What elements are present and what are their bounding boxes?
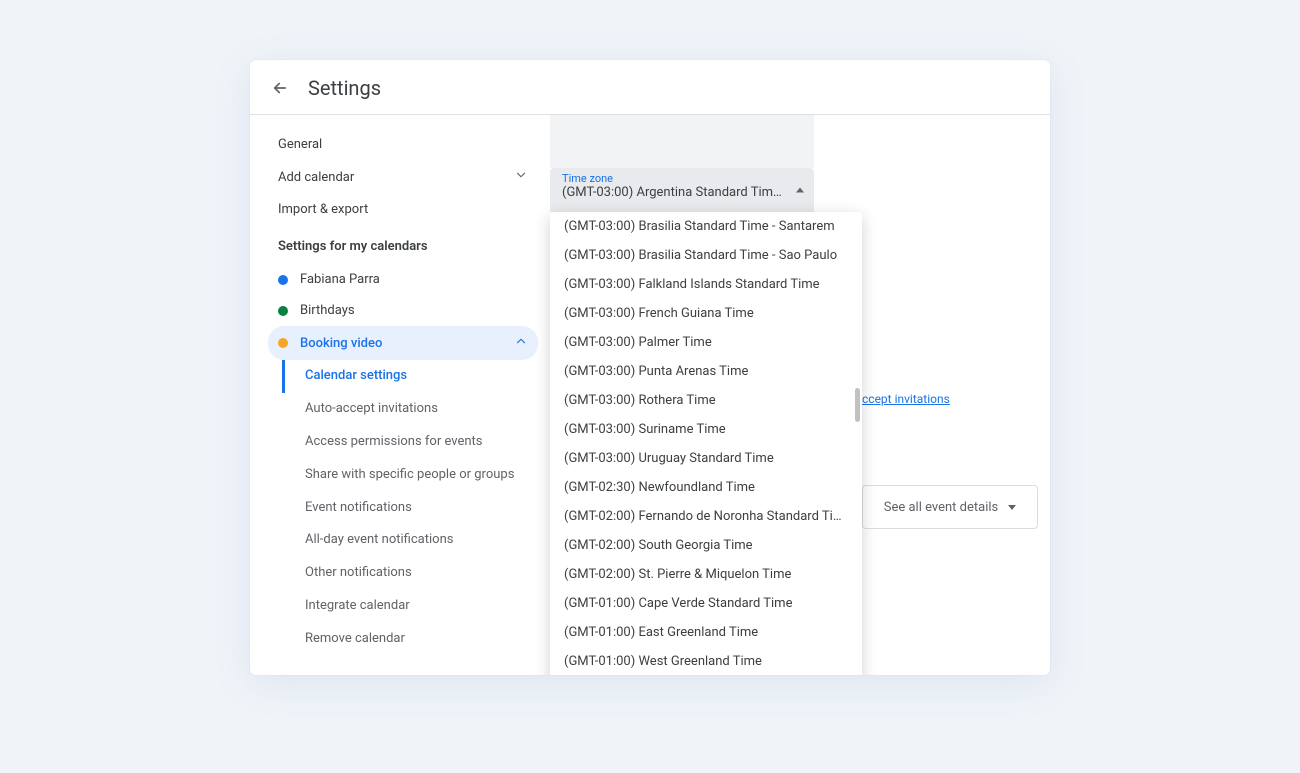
calendar-color-dot — [278, 338, 288, 348]
chevron-down-icon — [514, 168, 528, 186]
timezone-option[interactable]: (GMT-03:00) Suriname Time — [550, 415, 862, 444]
page-title: Settings — [308, 76, 381, 100]
timezone-option[interactable]: (GMT-02:00) St. Pierre & Miquelon Time — [550, 560, 862, 589]
sidebar-item-import-export[interactable]: Import & export — [268, 194, 538, 225]
calendar-color-dot — [278, 275, 288, 285]
subitem-event-notifications[interactable]: Event notifications — [282, 492, 538, 525]
main-panel: Time zone (GMT-03:00) Argentina Standard… — [550, 115, 1050, 675]
timezone-option[interactable]: (GMT-03:00) Uruguay Standard Time — [550, 444, 862, 473]
subitem-remove-calendar[interactable]: Remove calendar — [282, 623, 538, 656]
sidebar-sublist: Calendar settings Auto-accept invitation… — [282, 360, 538, 656]
calendar-label: Birthdays — [300, 303, 355, 318]
timezone-option[interactable]: (GMT-02:00) South Georgia Time — [550, 531, 862, 560]
timezone-select[interactable]: Time zone (GMT-03:00) Argentina Standard… — [550, 168, 814, 212]
sidebar-calendar-fabiana-parra[interactable]: Fabiana Parra — [268, 264, 538, 295]
caret-up-icon — [796, 188, 804, 193]
subitem-access-permissions[interactable]: Access permissions for events — [282, 426, 538, 459]
sidebar-calendar-booking-video[interactable]: Booking video — [268, 326, 538, 360]
timezone-field-value: (GMT-03:00) Argentina Standard Time - Bu… — [562, 185, 782, 200]
caret-down-icon — [1008, 505, 1016, 510]
subitem-allday-notifications[interactable]: All-day event notifications — [282, 524, 538, 557]
subitem-share-people[interactable]: Share with specific people or groups — [282, 459, 538, 492]
sidebar-section-title: Settings for my calendars — [268, 225, 538, 264]
timezone-option[interactable]: (GMT-03:00) French Guiana Time — [550, 299, 862, 328]
sidebar-item-general[interactable]: General — [268, 129, 538, 160]
sidebar-calendar-birthdays[interactable]: Birthdays — [268, 295, 538, 326]
timezone-option[interactable]: (GMT-03:00) Brasilia Standard Time - San… — [550, 212, 862, 241]
chevron-up-icon — [514, 334, 528, 352]
event-details-select[interactable]: See all event details — [862, 485, 1038, 529]
timezone-field-label: Time zone — [562, 172, 782, 185]
subitem-integrate-calendar[interactable]: Integrate calendar — [282, 590, 538, 623]
sidebar-item-add-calendar[interactable]: Add calendar — [268, 160, 538, 194]
timezone-option[interactable]: (GMT-03:00) Brasilia Standard Time - Sao… — [550, 241, 862, 270]
settings-window: Settings General Add calendar Import & e… — [250, 60, 1050, 675]
timezone-option[interactable]: (GMT-03:00) Palmer Time — [550, 328, 862, 357]
scrollbar-thumb[interactable] — [855, 388, 860, 422]
timezone-dropdown[interactable]: (GMT-03:00) Brasilia Standard Time - San… — [550, 212, 862, 675]
timezone-option[interactable]: (GMT-03:00) Falkland Islands Standard Ti… — [550, 270, 862, 299]
subitem-other-notifications[interactable]: Other notifications — [282, 557, 538, 590]
calendar-color-dot — [278, 306, 288, 316]
back-arrow-icon[interactable] — [270, 78, 290, 98]
timezone-option[interactable]: (GMT-01:00) West Greenland Time — [550, 647, 862, 675]
timezone-option[interactable]: (GMT-03:00) Rothera Time — [550, 386, 862, 415]
sidebar: General Add calendar Import & export Set… — [250, 115, 550, 675]
timezone-option[interactable]: (GMT-01:00) East Greenland Time — [550, 618, 862, 647]
panel-background — [550, 115, 814, 168]
header: Settings — [250, 60, 1050, 115]
timezone-option[interactable]: (GMT-02:30) Newfoundland Time — [550, 473, 862, 502]
sidebar-label: Add calendar — [278, 170, 354, 185]
auto-accept-link[interactable]: ccept invitations — [862, 392, 950, 406]
body: General Add calendar Import & export Set… — [250, 115, 1050, 675]
subitem-calendar-settings[interactable]: Calendar settings — [282, 360, 538, 393]
sidebar-label: General — [278, 137, 322, 152]
subitem-auto-accept[interactable]: Auto-accept invitations — [282, 393, 538, 426]
timezone-option[interactable]: (GMT-01:00) Cape Verde Standard Time — [550, 589, 862, 618]
sidebar-label: Import & export — [278, 202, 368, 217]
timezone-option[interactable]: (GMT-02:00) Fernando de Noronha Standard… — [550, 502, 862, 531]
event-details-label: See all event details — [884, 500, 999, 515]
calendar-label: Booking video — [300, 336, 382, 351]
calendar-label: Fabiana Parra — [300, 272, 380, 287]
timezone-option[interactable]: (GMT-03:00) Punta Arenas Time — [550, 357, 862, 386]
